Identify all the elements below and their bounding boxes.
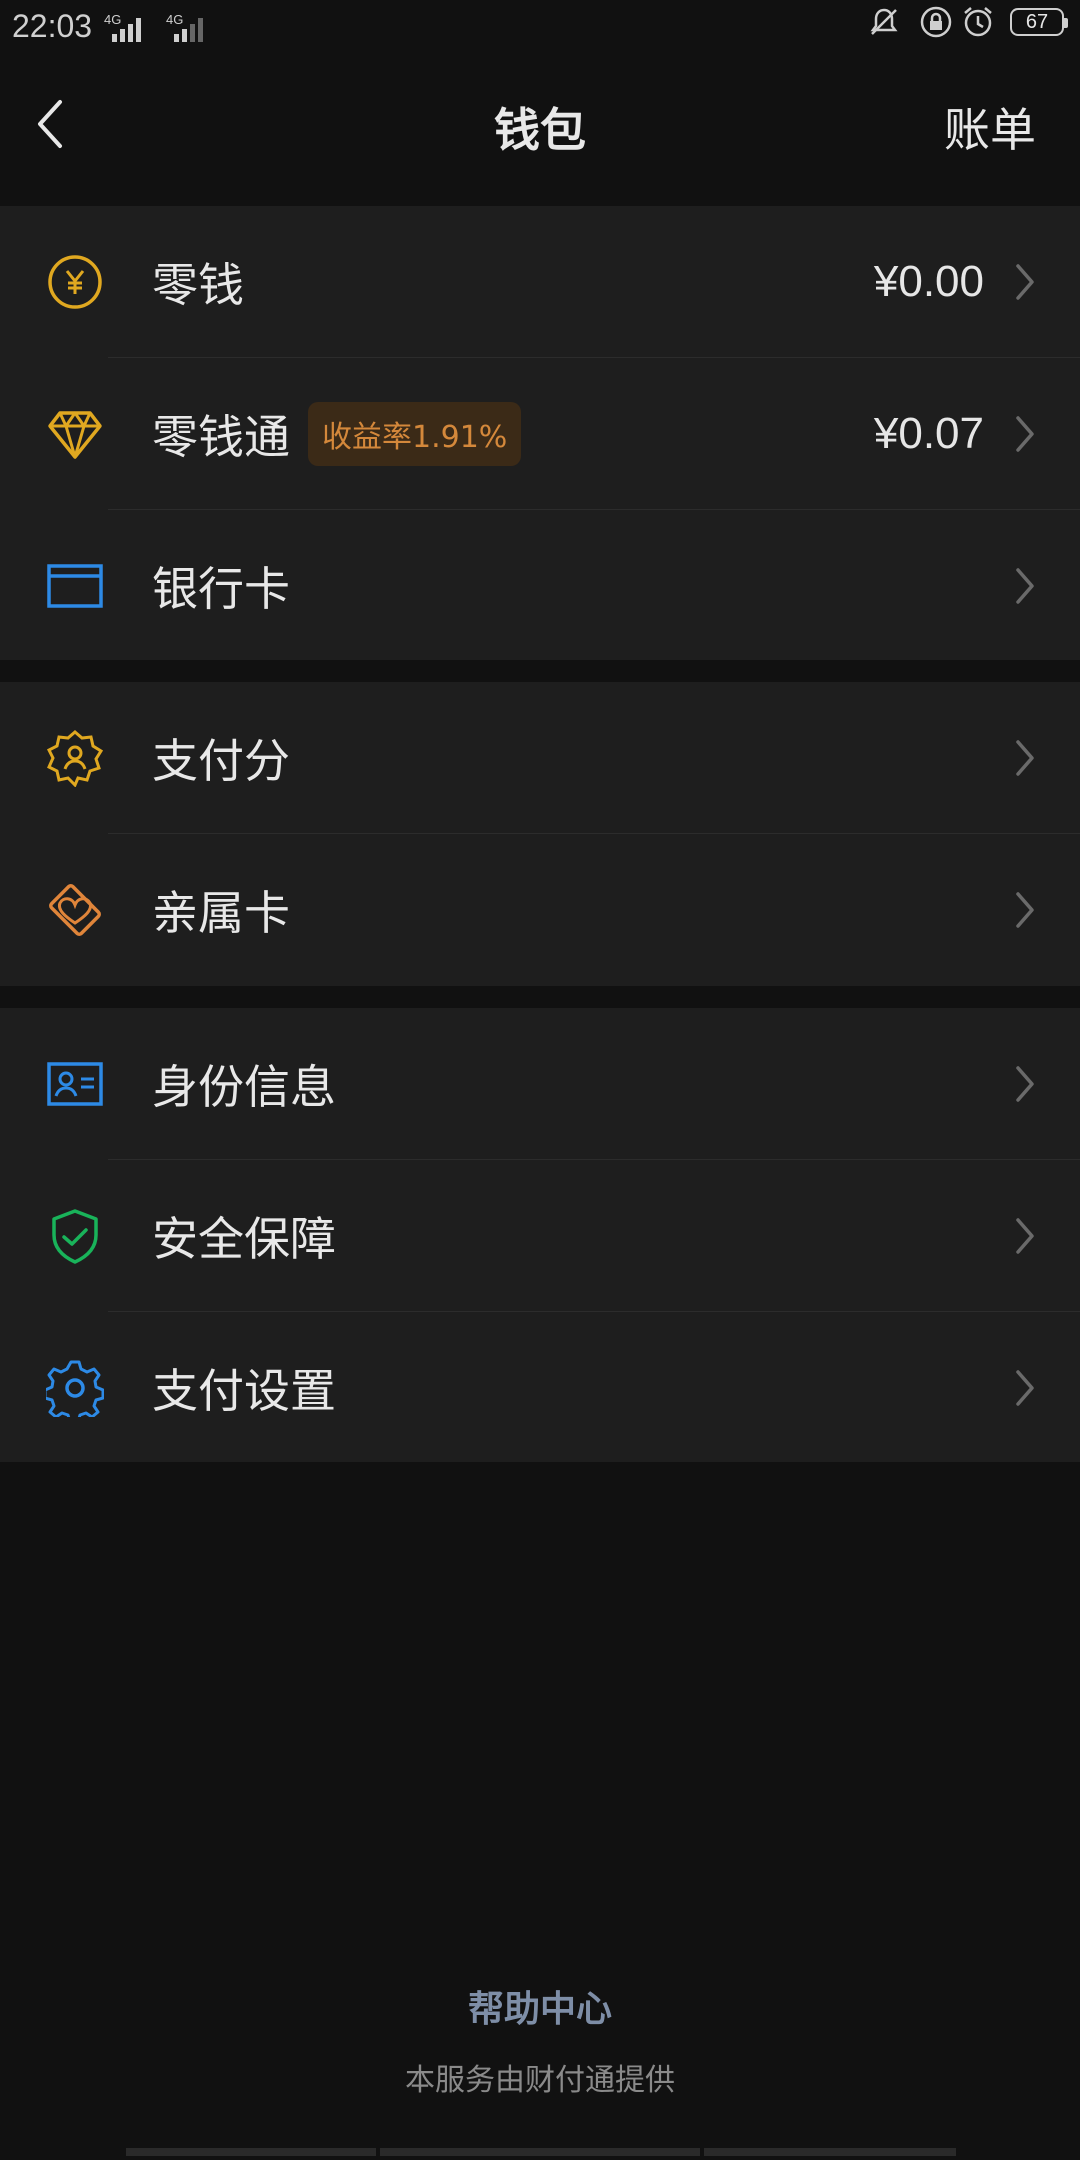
menu-item-change[interactable]: 零钱 ¥0.00	[0, 206, 1080, 358]
nav-bar: 钱包 账单	[0, 54, 1080, 204]
bank-card-icon	[46, 557, 104, 615]
menu-item-change-plus[interactable]: 零钱通 收益率1.91% ¥0.07	[0, 358, 1080, 510]
diamond-icon	[46, 405, 104, 463]
vibrate-muted-icon	[866, 4, 902, 40]
menu-item-bank-card[interactable]: 银行卡	[0, 510, 1080, 662]
menu-item-pay-settings[interactable]: 支付设置	[0, 1312, 1080, 1464]
menu-item-label: 零钱通	[152, 410, 290, 464]
coin-yuan-icon	[46, 253, 104, 311]
menu-item-label: 银行卡	[152, 562, 290, 616]
chevron-right-icon	[1014, 1064, 1036, 1104]
rotation-lock-icon	[918, 4, 954, 40]
menu-item-identity[interactable]: 身份信息	[0, 1008, 1080, 1160]
page-title: 钱包	[494, 103, 586, 157]
chevron-right-icon	[1014, 414, 1036, 454]
menu-item-pay-score[interactable]: 支付分	[0, 682, 1080, 834]
status-bar: 22:03 4G 4G 67	[0, 0, 1080, 54]
bill-button[interactable]: 账单	[944, 94, 1036, 160]
gear-icon	[43, 1359, 105, 1424]
chevron-right-icon	[1014, 890, 1036, 930]
bottom-divider	[126, 2148, 956, 2156]
provider-note: 本服务由财付通提供	[405, 2063, 675, 2098]
wallet-group-settings: 身份信息 安全保障 支付设置	[0, 1008, 1080, 1462]
chevron-right-icon	[1014, 1216, 1036, 1256]
chevron-right-icon	[1014, 566, 1036, 606]
menu-item-label: 零钱	[152, 258, 244, 312]
battery-icon: 67	[1010, 8, 1068, 36]
family-card-icon	[46, 881, 104, 939]
credit-score-icon	[46, 729, 104, 788]
yield-rate-badge: 收益率1.91%	[308, 402, 522, 466]
status-time: 22:03	[12, 8, 93, 44]
menu-item-label: 身份信息	[152, 1060, 336, 1114]
battery-level: 67	[1025, 11, 1049, 33]
menu-item-family-card[interactable]: 亲属卡	[0, 834, 1080, 986]
help-center-link[interactable]: 帮助中心	[0, 1980, 1080, 2032]
chevron-right-icon	[1014, 1368, 1036, 1408]
alarm-icon	[960, 4, 996, 40]
menu-item-label: 安全保障	[152, 1212, 336, 1266]
wallet-group-credit: 支付分 亲属卡	[0, 682, 1080, 986]
chevron-right-icon	[1014, 262, 1036, 302]
shield-check-icon	[46, 1207, 104, 1265]
menu-item-label: 支付设置	[152, 1364, 336, 1418]
wallet-group-balance: 零钱 ¥0.00 零钱通 收益率1.91% ¥0.07 银行卡	[0, 206, 1080, 660]
menu-item-security[interactable]: 安全保障	[0, 1160, 1080, 1312]
balance-value: ¥0.07	[873, 409, 984, 458]
menu-item-label: 亲属卡	[152, 886, 290, 940]
balance-value: ¥0.00	[873, 257, 984, 306]
menu-item-label: 支付分	[152, 734, 290, 788]
id-card-icon	[46, 1055, 104, 1113]
chevron-right-icon	[1014, 738, 1036, 778]
